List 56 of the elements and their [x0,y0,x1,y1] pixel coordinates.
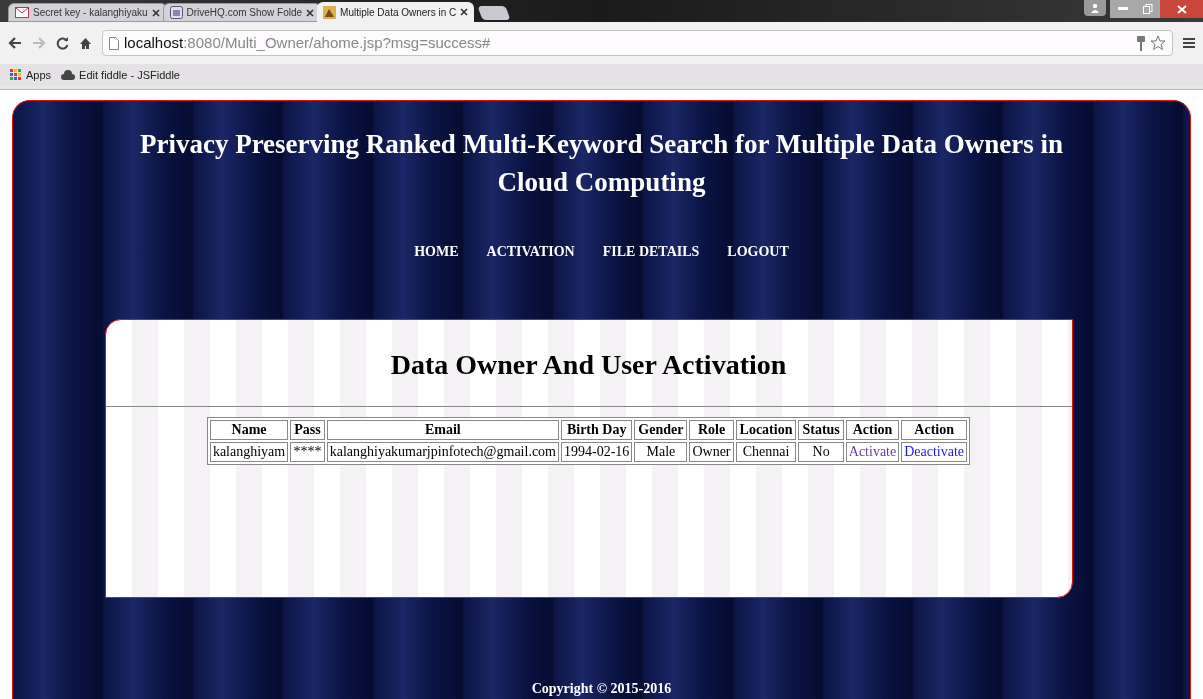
profile-button[interactable] [1084,0,1106,16]
bookmark[interactable]: Edit fiddle - JSFiddle [61,66,180,84]
column-header: Birth Day [561,420,633,440]
close-icon[interactable] [151,8,160,17]
nav-link[interactable]: HOME [414,241,459,262]
key-icon[interactable] [1137,35,1145,51]
table-cell: **** [290,442,325,462]
star-icon[interactable] [1150,35,1166,51]
home-icon[interactable] [79,36,92,50]
address-bar[interactable]: localhost:8080/Multi_Owner/ahome.jsp?msg=success# [102,30,1173,56]
close-icon [1176,4,1187,14]
table-cell: 1994-02-16 [561,442,633,462]
copyright-text: Copyright © 2015-2016 [531,680,672,698]
table-cell: Owner [689,442,734,462]
bookmark[interactable]: Apps [10,66,52,84]
column-header: Location [735,420,797,440]
card-heading: Data Owner And User Activation [389,348,788,382]
table-cell: Chennai [735,442,797,462]
column-header: Action [901,420,968,440]
back-icon[interactable] [8,37,22,49]
restore-icon [1142,4,1153,14]
browser-tab[interactable]: Multiple Data Owners in C [317,2,475,22]
column-header: Email [326,420,559,440]
column-header: Name [209,420,289,440]
cloud-icon [61,70,76,80]
nav-link[interactable]: LOGOUT [727,241,789,262]
folder-icon [169,6,183,19]
column-header: Action [845,420,900,440]
mail-icon [15,6,29,19]
close-button[interactable] [1160,0,1203,18]
tab-title: Multiple Data Owners in C [340,5,457,20]
table-cell: No [798,442,844,462]
browser-tab[interactable]: Secret key - kalanghiyaku [8,3,167,22]
new-tab-button[interactable] [477,6,511,20]
table-cell: kalanghiyam [209,442,289,462]
menu-icon[interactable] [1183,37,1195,49]
tab-title: DriveHQ.com Show Folde [186,6,303,20]
column-header: Role [689,420,734,440]
minimize-icon [1117,7,1128,11]
column-header: Gender [634,420,688,440]
tab-title: Secret key - kalanghiyaku [33,6,148,20]
url-text: localhost:8080/Multi_Owner/ahome.jsp?msg=success# [124,32,491,53]
site-icon [323,5,337,19]
page-icon [109,36,119,50]
nav-link[interactable]: FILE DETAILS [602,241,700,262]
table-cell: Male [634,442,688,462]
column-header: Pass [290,420,325,440]
apps-icon [10,69,22,81]
reload-icon[interactable] [56,36,69,50]
close-icon[interactable] [306,8,315,17]
close-icon[interactable] [460,8,469,16]
site-title: Privacy Preserving Ranked Multi-Keyword Search for Multiple Data Owners in Cloud Computing [138,128,1065,199]
person-icon [1090,3,1100,13]
table-cell: kalanghiyakumarjpinfotech@gmail.com [326,442,559,462]
nav-link[interactable]: ACTIVATION [486,241,575,262]
column-header: Status [798,420,844,440]
